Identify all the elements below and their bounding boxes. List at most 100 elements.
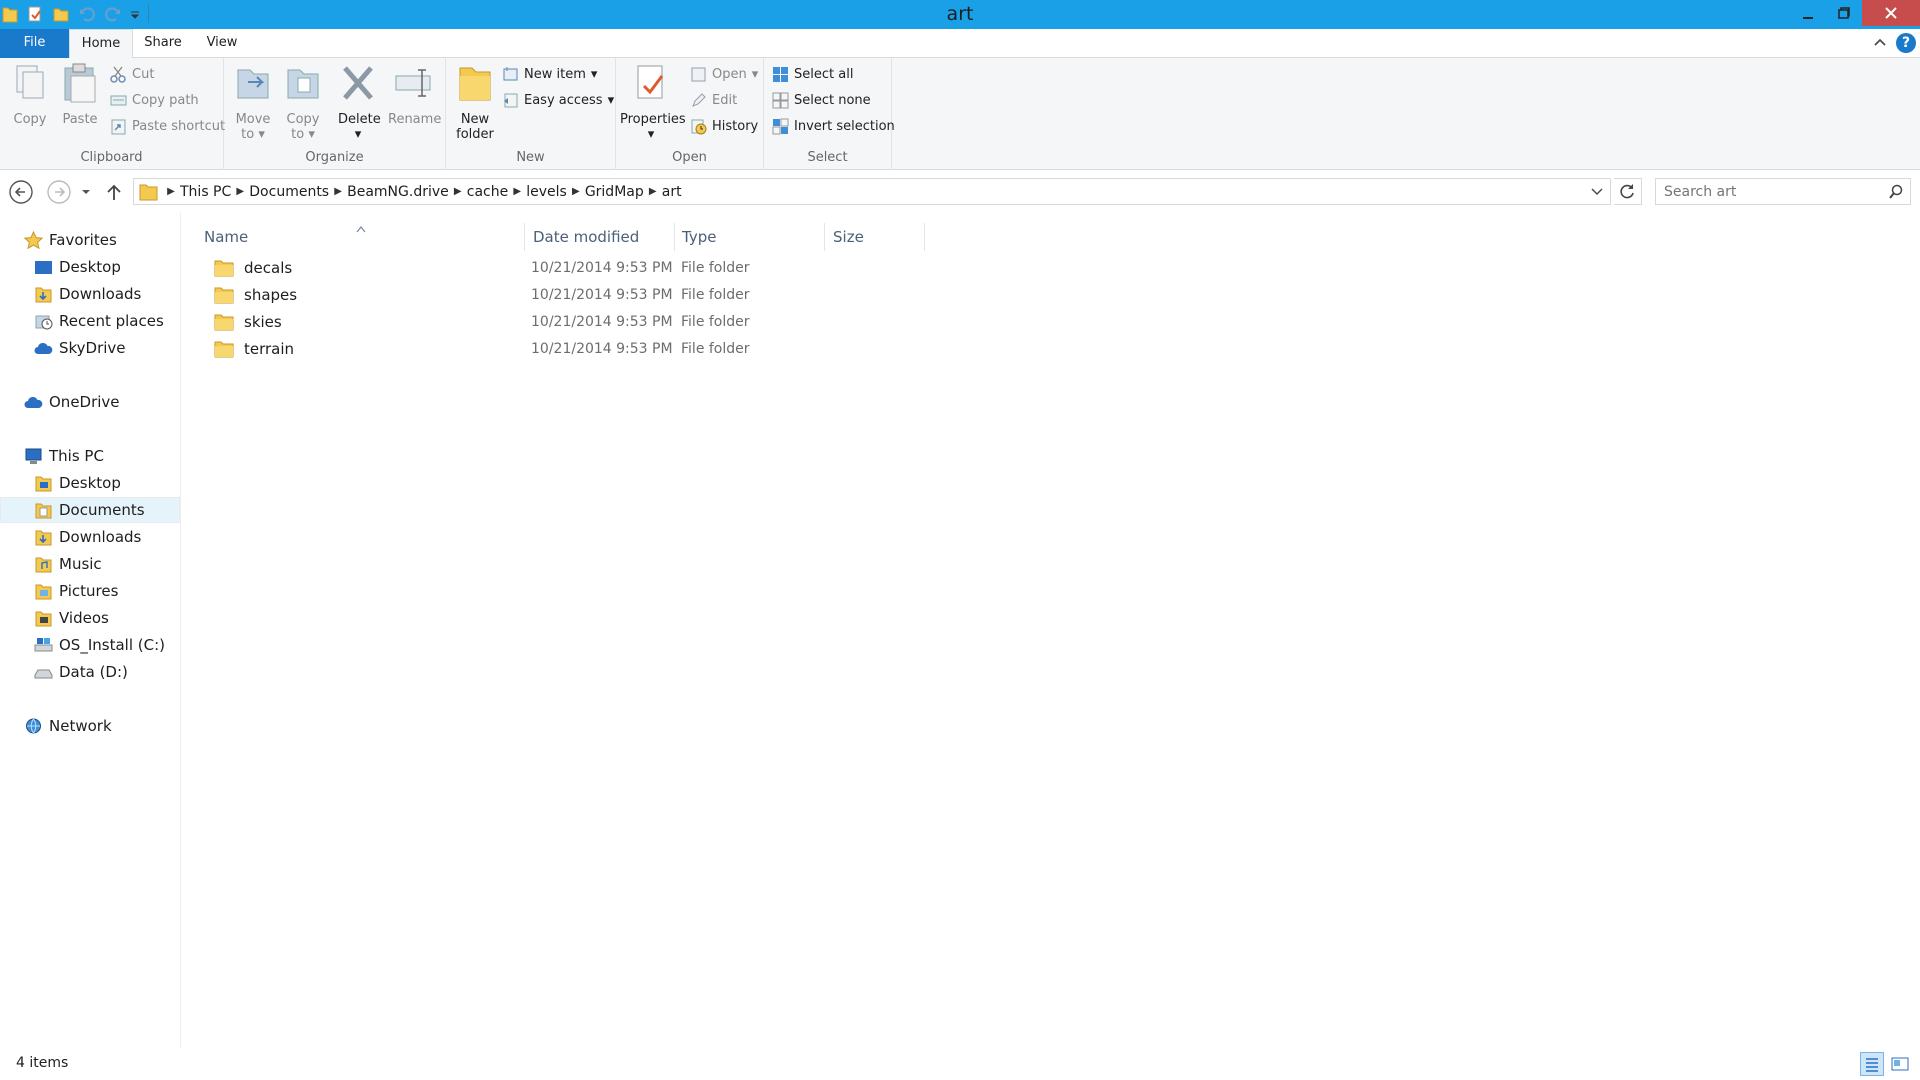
clipboard-group: Copy Paste Cut Copy path Paste shortcut …	[0, 58, 225, 170]
recent-places-icon	[35, 315, 53, 329]
address-dropdown-icon[interactable]	[1590, 185, 1604, 199]
cloud-icon	[34, 342, 53, 354]
maximize-button[interactable]	[1826, 0, 1862, 26]
edit-button[interactable]: Edit	[690, 89, 737, 111]
minimize-button[interactable]	[1790, 0, 1826, 26]
nav-pc-pictures[interactable]: Pictures	[0, 578, 180, 604]
select-group: Select all Select none Invert selection …	[764, 58, 895, 170]
nav-pc-documents[interactable]: Documents	[0, 497, 180, 523]
delete-button[interactable]: Delete ▾	[338, 62, 381, 142]
new-folder-icon	[459, 67, 491, 101]
copy-button[interactable]: Copy	[10, 62, 50, 127]
back-button[interactable]	[9, 180, 33, 204]
move-to-label-1: Move	[235, 112, 271, 127]
breadcrumb-cache[interactable]: cache ▶	[467, 184, 526, 200]
breadcrumb-this-pc[interactable]: This PC ▶	[180, 184, 249, 200]
column-header-date[interactable]: Date modified	[525, 223, 675, 251]
nav-fav-downloads-label: Downloads	[59, 285, 142, 303]
nav-pc-desktop[interactable]: Desktop	[0, 470, 180, 496]
search-input[interactable]	[1656, 179, 1876, 204]
breadcrumb-separator[interactable]: ▶	[162, 186, 180, 197]
nav-pc-downloads[interactable]: Downloads	[0, 524, 180, 550]
recent-locations-chevron-icon[interactable]	[80, 180, 92, 204]
up-arrow-icon[interactable]	[104, 180, 124, 204]
refresh-button[interactable]	[1614, 178, 1642, 205]
column-header-size[interactable]: Size	[825, 223, 925, 251]
nav-fav-desktop[interactable]: Desktop	[0, 254, 180, 280]
new-folder-button[interactable]: New folder	[454, 62, 496, 142]
refresh-icon	[1620, 184, 1634, 199]
search-box[interactable]	[1655, 178, 1911, 205]
breadcrumb-gridmap[interactable]: GridMap ▶	[585, 184, 662, 200]
tab-home[interactable]: Home	[69, 29, 133, 59]
close-button[interactable]	[1862, 0, 1920, 26]
desktop-icon	[35, 260, 52, 274]
copy-to-button[interactable]: Copy to ▾	[282, 62, 324, 142]
table-row[interactable]: decals 10/21/2014 9:53 PM File folder	[200, 256, 960, 282]
address-bar[interactable]: ▶ This PC ▶ Documents ▶ BeamNG.drive ▶ cach…	[133, 178, 1611, 205]
paste-button[interactable]: Paste	[60, 62, 100, 127]
nav-pc-data[interactable]: Data (D:)	[0, 659, 180, 685]
new-item-button[interactable]: New item ▾	[502, 63, 597, 85]
paste-shortcut-button[interactable]: Paste shortcut	[110, 115, 225, 137]
select-none-icon	[772, 92, 789, 108]
cut-button[interactable]: Cut	[110, 63, 154, 85]
breadcrumb-art[interactable]: art	[662, 184, 682, 200]
move-to-button[interactable]: Move to ▾	[232, 62, 274, 142]
search-icon[interactable]	[1888, 184, 1904, 200]
nav-this-pc[interactable]: This PC	[0, 443, 180, 469]
nav-network[interactable]: Network	[0, 713, 180, 739]
nav-favorites[interactable]: Favorites	[0, 227, 180, 253]
column-header-name[interactable]: Name	[183, 223, 525, 251]
tab-view[interactable]: View	[198, 29, 246, 58]
table-row[interactable]: skies 10/21/2014 9:53 PM File folder	[200, 310, 960, 336]
select-all-button[interactable]: Select all	[772, 63, 853, 85]
table-row[interactable]: shapes 10/21/2014 9:53 PM File folder	[200, 283, 960, 309]
easy-access-label: Easy access	[524, 92, 603, 108]
nav-pc-music[interactable]: Music	[0, 551, 180, 577]
nav-fav-skydrive[interactable]: SkyDrive	[0, 335, 180, 361]
paste-shortcut-icon	[111, 119, 126, 134]
easy-access-button[interactable]: Easy access ▾	[502, 89, 614, 111]
open-group-label: Open	[672, 150, 707, 165]
tab-share[interactable]: Share	[138, 29, 188, 58]
history-button[interactable]: History	[690, 115, 758, 137]
nav-pc-videos[interactable]: Videos	[0, 605, 180, 631]
open-button[interactable]: Open ▾	[690, 63, 758, 85]
select-none-button[interactable]: Select none	[772, 89, 871, 111]
large-icons-view-button[interactable]	[1888, 1052, 1912, 1076]
tab-file[interactable]: File	[0, 29, 69, 58]
sort-ascending-icon	[356, 225, 366, 233]
file-date: 10/21/2014 9:53 PM	[531, 260, 673, 276]
nav-fav-desktop-label: Desktop	[59, 258, 121, 276]
nav-fav-downloads[interactable]: Downloads	[0, 281, 180, 307]
forward-button[interactable]	[47, 180, 71, 204]
column-header-type[interactable]: Type	[675, 223, 825, 251]
breadcrumb-levels[interactable]: levels ▶	[526, 184, 585, 200]
collapse-ribbon-icon[interactable]	[1872, 34, 1888, 50]
details-view-button[interactable]	[1860, 1052, 1884, 1076]
rename-button[interactable]: Rename	[388, 62, 441, 127]
copy-path-button[interactable]: Copy path	[110, 89, 199, 111]
invert-selection-button[interactable]: Invert selection	[772, 115, 895, 137]
column-header-size-label: Size	[833, 228, 864, 246]
organize-group: Move to ▾ Copy to ▾ Delete ▾ Rename Organ…	[224, 58, 446, 170]
easy-access-icon	[504, 93, 518, 107]
copy-to-label-1: Copy	[286, 112, 320, 127]
nav-fav-skydrive-label: SkyDrive	[59, 339, 126, 357]
nav-fav-recent-places-label: Recent places	[59, 312, 164, 330]
nav-pc-os-install[interactable]: OS_Install (C:)	[0, 632, 180, 658]
breadcrumb-documents[interactable]: Documents ▶	[249, 184, 347, 200]
select-none-label: Select none	[794, 92, 871, 108]
properties-button[interactable]: Properties ▾	[620, 62, 686, 142]
folder-location-icon	[139, 184, 158, 200]
minimize-icon	[1803, 17, 1813, 19]
folder-icon	[214, 341, 234, 358]
breadcrumb: This PC ▶ Documents ▶ BeamNG.drive ▶ cache ▶…	[180, 184, 682, 200]
table-row[interactable]: terrain 10/21/2014 9:53 PM File folder	[200, 337, 960, 363]
help-icon[interactable]: ?	[1896, 33, 1916, 53]
nav-onedrive[interactable]: OneDrive	[0, 389, 180, 415]
nav-fav-recent-places[interactable]: Recent places	[0, 308, 180, 334]
desktop-folder-icon	[35, 476, 52, 491]
breadcrumb-beamng-drive[interactable]: BeamNG.drive ▶	[347, 184, 467, 200]
